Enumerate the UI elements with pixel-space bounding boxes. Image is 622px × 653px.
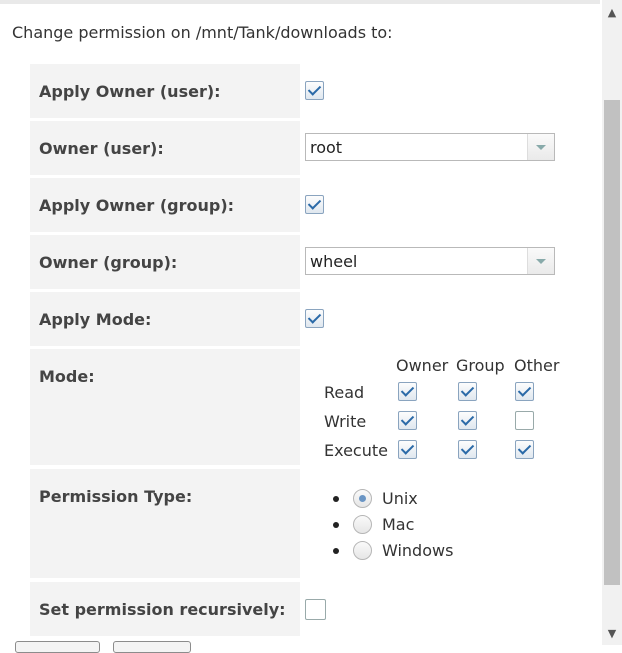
mode-col-group: Group <box>456 356 505 375</box>
chevron-down-icon[interactable] <box>527 134 554 160</box>
radio-mac[interactable] <box>353 515 372 534</box>
owner-group-value: wheel <box>310 252 358 271</box>
row-apply-mode: Apply Mode: <box>30 292 598 346</box>
apply-owner-group-checkbox[interactable] <box>305 195 324 214</box>
scroll-up-arrow-icon[interactable]: ▲ <box>602 2 622 24</box>
apply-owner-user-checkbox[interactable] <box>305 81 324 100</box>
list-bullet <box>333 548 339 554</box>
radio-unix[interactable] <box>353 489 372 508</box>
radio-unix-label[interactable]: Unix <box>382 489 418 508</box>
row-permission-type: Permission Type: Unix Mac Windows <box>30 469 598 578</box>
mode-col-other: Other <box>514 356 560 375</box>
permission-type-label: Permission Type: <box>39 487 193 506</box>
scrollbar-thumb[interactable] <box>604 100 620 585</box>
row-owner-user: Owner (user): root <box>30 121 598 175</box>
dialog-heading: Change permission on /mnt/Tank/downloads… <box>12 23 393 42</box>
mode-label: Mode: <box>39 367 95 386</box>
write-owner-checkbox[interactable] <box>398 411 417 430</box>
radio-windows-label[interactable]: Windows <box>382 541 453 560</box>
write-group-checkbox[interactable] <box>458 411 477 430</box>
top-edge <box>0 0 600 4</box>
radio-mac-label[interactable]: Mac <box>382 515 414 534</box>
mode-grid: Owner Group Other Read Write Execute <box>305 349 598 465</box>
row-mode: Mode: Owner Group Other Read Write Execu… <box>30 349 598 465</box>
read-other-checkbox[interactable] <box>515 382 534 401</box>
owner-user-value: root <box>310 138 343 157</box>
owner-group-label: Owner (group): <box>39 253 178 272</box>
execute-owner-checkbox[interactable] <box>398 440 417 459</box>
execute-group-checkbox[interactable] <box>458 440 477 459</box>
set-recursive-checkbox[interactable] <box>305 599 326 620</box>
apply-mode-label: Apply Mode: <box>39 310 152 329</box>
apply-owner-group-label: Apply Owner (group): <box>39 196 235 215</box>
row-set-recursive: Set permission recursively: <box>30 582 598 636</box>
read-group-checkbox[interactable] <box>458 382 477 401</box>
scroll-down-arrow-icon[interactable]: ▼ <box>602 623 622 645</box>
permission-type-radio-group: Unix Mac Windows <box>305 469 598 578</box>
ok-button[interactable] <box>15 641 100 653</box>
owner-group-select[interactable]: wheel <box>305 247 555 275</box>
write-other-checkbox[interactable] <box>515 411 534 430</box>
row-owner-group: Owner (group): wheel <box>30 235 598 289</box>
apply-mode-checkbox[interactable] <box>305 309 324 328</box>
row-apply-owner-user: Apply Owner (user): <box>30 64 598 118</box>
cancel-button[interactable] <box>113 641 191 653</box>
mode-row-write: Write <box>324 412 367 431</box>
apply-owner-user-label: Apply Owner (user): <box>39 82 221 101</box>
mode-col-owner: Owner <box>396 356 449 375</box>
row-apply-owner-group: Apply Owner (group): <box>30 178 598 232</box>
list-bullet <box>333 496 339 502</box>
execute-other-checkbox[interactable] <box>515 440 534 459</box>
chevron-down-icon[interactable] <box>527 248 554 274</box>
owner-user-select[interactable]: root <box>305 133 555 161</box>
vertical-scrollbar[interactable]: ▲ ▼ <box>602 0 622 645</box>
radio-windows[interactable] <box>353 541 372 560</box>
read-owner-checkbox[interactable] <box>398 382 417 401</box>
set-recursive-label: Set permission recursively: <box>39 600 286 619</box>
owner-user-label: Owner (user): <box>39 139 164 158</box>
mode-row-execute: Execute <box>324 441 388 460</box>
mode-row-read: Read <box>324 383 365 402</box>
list-bullet <box>333 522 339 528</box>
